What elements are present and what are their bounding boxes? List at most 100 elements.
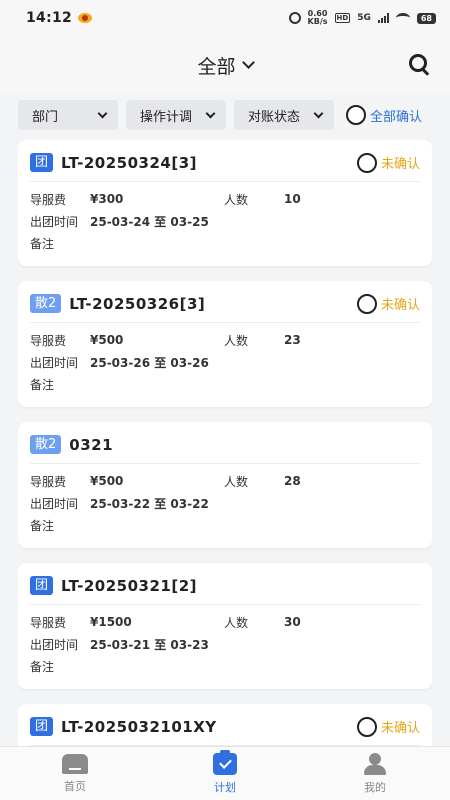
tab-mine-label: 我的 — [364, 780, 386, 794]
chevron-down-icon — [205, 108, 216, 118]
remark-row: 备注 — [30, 232, 420, 254]
people-label: 人数 — [224, 333, 249, 348]
depart-value: 25-03-22 至 03-22 — [90, 496, 209, 511]
tab-mine[interactable]: 我的 — [330, 752, 420, 795]
net-speed-unit: KB/s — [307, 17, 328, 26]
confirm-all-toggle[interactable]: 全部确认 — [346, 105, 422, 125]
depart-value: 25-03-21 至 03-23 — [90, 637, 209, 652]
confirm-all-label: 全部确认 — [370, 109, 423, 125]
net-speed: 0.60 KB/s — [308, 10, 328, 26]
wifi-icon — [395, 13, 410, 23]
confirm-status-label: 未确认 — [380, 721, 420, 736]
type-tag: 散2 — [30, 294, 62, 313]
card-header: 团 LT-20250324[3] 未确认 — [30, 150, 420, 182]
tour-card[interactable]: 散2 LT-20250326[3] 未确认 导服费 ¥500 人数 23 出团时… — [18, 281, 432, 407]
remark-label: 备注 — [30, 236, 55, 251]
reconcile-filter[interactable]: 对账状态 — [234, 100, 334, 130]
tour-card[interactable]: 团 LT-20250321[2] 导服费 ¥1500 人数 30 出团时间 25… — [18, 563, 432, 689]
user-icon — [363, 752, 387, 775]
remark-label: 备注 — [30, 659, 55, 674]
fee-label: 导服费 — [30, 192, 67, 207]
bottom-tab-bar: 首页 计划 我的 — [0, 746, 450, 800]
confirm-status[interactable]: 未确认 — [356, 716, 420, 737]
status-bar: 14:12 0.60 KB/s HD 5G 68 — [0, 0, 450, 36]
people-label: 人数 — [224, 474, 249, 489]
fee-row: 导服费 ¥500 人数 23 — [30, 329, 420, 351]
radio-icon[interactable] — [356, 716, 377, 737]
fee-label: 导服费 — [30, 474, 67, 489]
fee-label: 导服费 — [30, 333, 67, 348]
scope-dropdown[interactable]: 全部 — [197, 52, 255, 79]
page-title: 全部 — [197, 55, 236, 78]
depart-label: 出团时间 — [30, 355, 79, 370]
fee-row: 导服费 ¥300 人数 10 — [30, 188, 420, 210]
radio-icon[interactable] — [356, 293, 377, 314]
people-value: 10 — [284, 192, 301, 206]
card-header: 散2 LT-20250326[3] 未确认 — [30, 291, 420, 323]
people-label: 人数 — [224, 615, 249, 630]
tour-card[interactable]: 散2 0321 导服费 ¥500 人数 28 出团时间 25-03-22 至 0… — [18, 422, 432, 548]
tour-code: LT-2025032101XY — [61, 717, 217, 736]
network-type: 5G — [357, 13, 371, 23]
fee-value: ¥500 — [90, 474, 124, 488]
fee-value: ¥300 — [90, 192, 124, 206]
home-icon — [62, 753, 88, 774]
people-value: 23 — [284, 333, 301, 347]
tab-plan-label: 计划 — [214, 780, 236, 794]
depart-label: 出团时间 — [30, 214, 79, 229]
tour-code: LT-20250326[3] — [69, 294, 206, 313]
depart-label: 出团时间 — [30, 637, 79, 652]
type-tag: 团 — [30, 153, 54, 172]
confirm-status[interactable]: 未确认 — [356, 152, 420, 173]
department-filter[interactable]: 部门 — [18, 100, 118, 130]
chevron-down-icon — [97, 108, 108, 118]
tab-home[interactable]: 首页 — [30, 753, 120, 794]
depart-row: 出团时间 25-03-24 至 03-25 — [30, 210, 420, 232]
operator-filter[interactable]: 操作计调 — [126, 100, 226, 130]
remark-row: 备注 — [30, 514, 420, 536]
department-filter-label: 部门 — [32, 109, 59, 125]
eye-notification-icon — [78, 13, 93, 23]
fee-label: 导服费 — [30, 615, 67, 630]
tour-code: 0321 — [69, 435, 114, 454]
depart-row: 出团时间 25-03-26 至 03-26 — [30, 351, 420, 373]
depart-row: 出团时间 25-03-21 至 03-23 — [30, 633, 420, 655]
radio-icon[interactable] — [346, 105, 366, 125]
status-time: 14:12 — [26, 10, 73, 26]
type-tag: 团 — [30, 576, 54, 595]
tour-code: LT-20250324[3] — [61, 153, 197, 172]
confirm-status-label: 未确认 — [380, 157, 420, 172]
clipboard-check-icon — [213, 749, 237, 775]
remark-row: 备注 — [30, 655, 420, 677]
people-label: 人数 — [224, 192, 249, 207]
depart-value: 25-03-26 至 03-26 — [90, 355, 209, 370]
card-header: 团 LT-2025032101XY 未确认 — [30, 714, 420, 746]
tour-card[interactable]: 团 LT-20250324[3] 未确认 导服费 ¥300 人数 10 出团时间… — [18, 140, 432, 266]
remark-label: 备注 — [30, 518, 55, 533]
remark-row: 备注 — [30, 373, 420, 395]
type-tag: 散2 — [30, 435, 62, 454]
depart-value: 25-03-24 至 03-25 — [90, 214, 209, 229]
tour-code: LT-20250321[2] — [61, 576, 197, 595]
card-header: 散2 0321 — [30, 432, 420, 464]
depart-label: 出团时间 — [30, 496, 79, 511]
card-header: 团 LT-20250321[2] — [30, 573, 420, 605]
hd-icon: HD — [334, 13, 351, 23]
depart-row: 出团时间 25-03-22 至 03-22 — [30, 492, 420, 514]
reconcile-filter-label: 对账状态 — [248, 109, 301, 125]
remark-label: 备注 — [30, 377, 55, 392]
signal-icon — [377, 13, 389, 23]
search-button[interactable] — [408, 53, 432, 77]
chevron-down-icon — [313, 108, 324, 118]
tab-plan[interactable]: 计划 — [180, 749, 270, 795]
radio-icon[interactable] — [356, 152, 377, 173]
people-value: 28 — [284, 474, 301, 488]
status-icons: 0.60 KB/s HD 5G 68 — [288, 10, 436, 26]
type-tag: 团 — [30, 717, 54, 736]
confirm-status[interactable]: 未确认 — [356, 293, 420, 314]
tour-list: 团 LT-20250324[3] 未确认 导服费 ¥300 人数 10 出团时间… — [18, 140, 432, 746]
operator-filter-label: 操作计调 — [140, 109, 193, 125]
tour-card[interactable]: 团 LT-2025032101XY 未确认 — [18, 704, 432, 746]
filter-bar: 部门 操作计调 对账状态 全部确认 — [18, 100, 438, 130]
tab-home-label: 首页 — [64, 779, 86, 793]
